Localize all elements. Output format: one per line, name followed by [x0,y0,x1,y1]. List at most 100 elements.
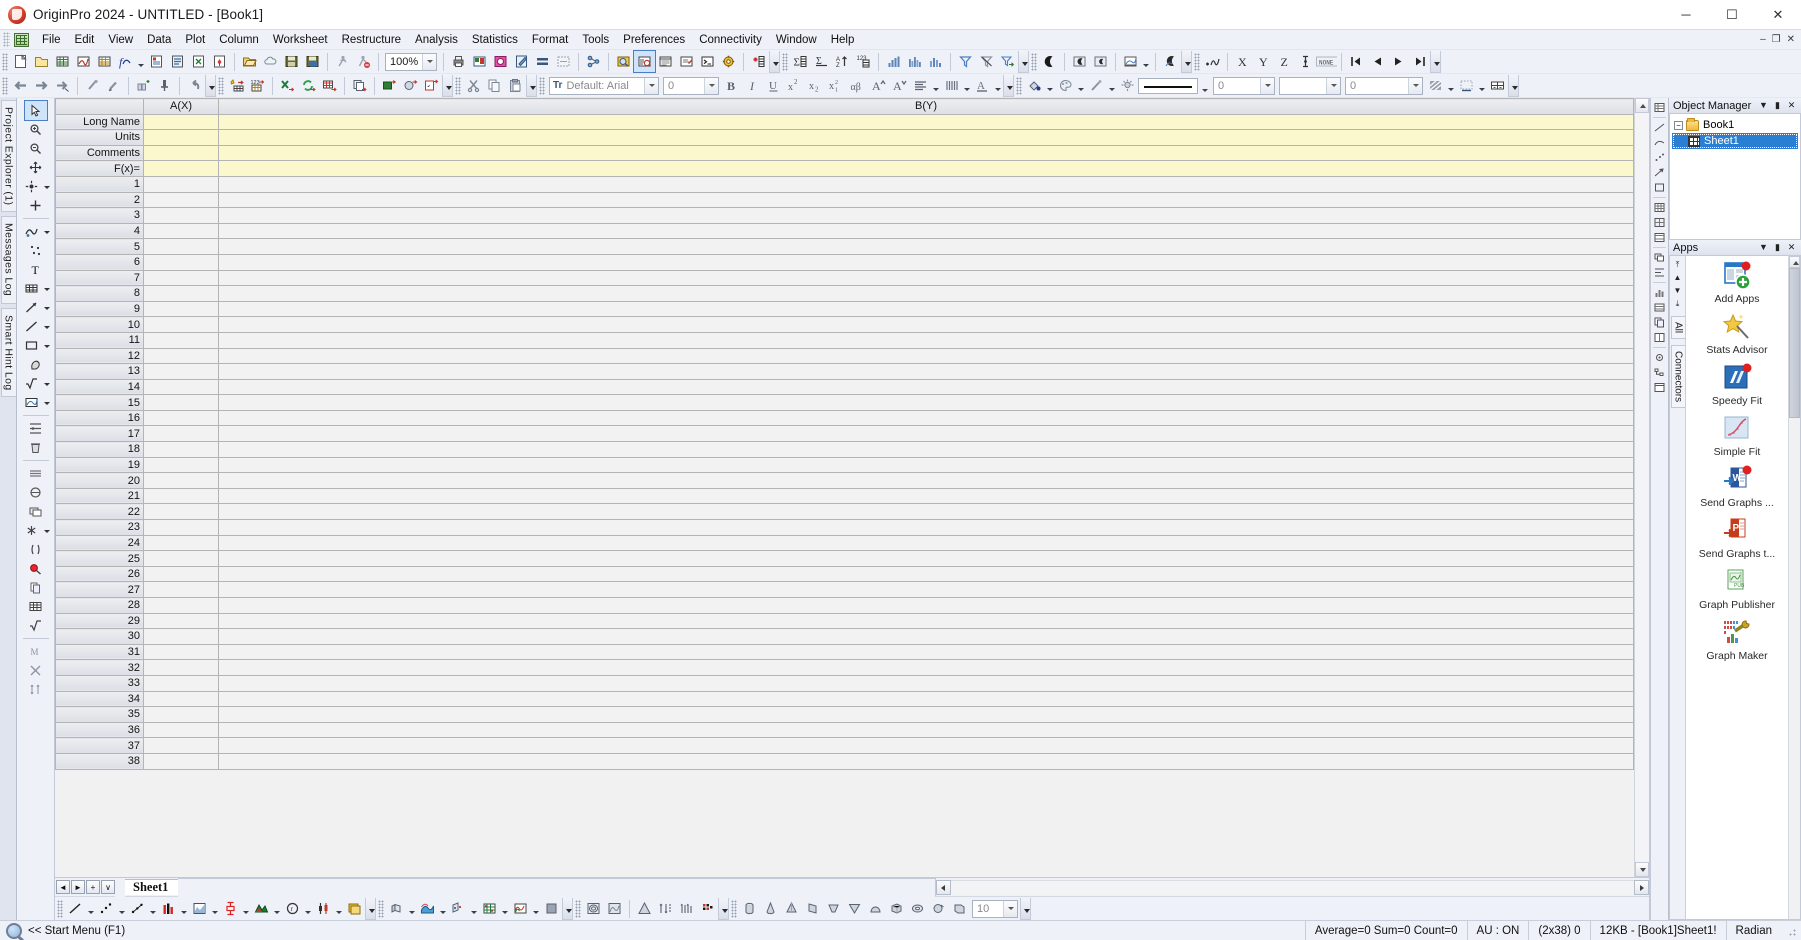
new-sparklines-icon[interactable] [226,75,247,96]
tree-expander-icon[interactable]: − [1674,120,1683,130]
candlestick-icon[interactable] [313,898,334,919]
mini-grid-icon[interactable] [1652,200,1667,215]
scroll-up-button[interactable] [1635,98,1649,113]
new-folder-icon[interactable] [31,51,52,72]
draw-curve-tool-icon[interactable] [21,222,43,241]
toolbar-grip-4[interactable] [1194,52,1200,71]
border-style-dropdown[interactable] [1477,75,1487,96]
table-row[interactable]: 19 [55,456,1634,474]
column-plot-dropdown[interactable] [179,898,189,919]
table-row[interactable]: 13 [55,363,1634,380]
import-left-icon[interactable] [10,75,31,96]
cell-a-31[interactable] [143,643,219,661]
line-plot-icon[interactable] [65,898,86,919]
mini-align-icon[interactable] [1652,265,1667,280]
cell-b-16[interactable] [218,409,1634,427]
vector-angle-icon[interactable] [676,898,697,919]
increase-font-button[interactable]: A [868,75,889,96]
cell-units-a[interactable] [143,129,219,146]
table-row[interactable]: 2 [55,191,1634,209]
3d-surface-icon[interactable] [417,898,438,919]
table-row[interactable]: 20 [55,472,1634,489]
apps-scroll-up-icon[interactable]: ▲ [1671,271,1685,284]
add-plot-icon[interactable] [1202,51,1223,72]
line-tool-dropdown[interactable] [43,317,51,336]
cell-fx-a[interactable] [143,160,219,177]
row-header-29[interactable]: 29 [55,612,144,630]
column-toolbar-overflow[interactable] [769,50,780,73]
cell-a-20[interactable] [143,472,219,489]
table-row[interactable]: 15 [55,394,1634,411]
table-tool-dropdown[interactable] [43,279,51,298]
cell-b-28[interactable] [218,597,1634,614]
cell-a-14[interactable] [143,378,219,396]
polar-plot-dropdown[interactable] [303,898,313,919]
clipboard-toolbar-overflow[interactable] [526,74,537,97]
line-width-dropdown-arrow[interactable] [1260,77,1274,94]
decrease-font-button[interactable]: A [889,75,910,96]
mdi-restore-button[interactable]: ❐ [1772,34,1781,45]
cell-longname-a[interactable] [143,113,219,131]
app-item-stats-advisor[interactable]: Stats Advisor [1686,312,1788,356]
font-size-combo[interactable]: 0 [663,76,719,95]
dome-icon[interactable] [865,898,886,919]
fill-color-icon[interactable] [1024,75,1045,96]
cell-b-10[interactable] [218,316,1634,333]
open-cloud-icon[interactable] [260,51,281,72]
row-header-13[interactable]: 13 [55,363,144,380]
fill-pattern-dropdown-arrow[interactable] [1326,77,1340,94]
menu-item-statistics[interactable]: Statistics [465,32,525,48]
table-row[interactable]: 11 [55,331,1634,349]
add-new-column-icon[interactable] [748,51,769,72]
apps-panel-pin-icon[interactable]: ▮ [1773,242,1782,253]
cell-comments-a[interactable] [143,144,219,162]
greek-button[interactable]: αβ [847,75,868,96]
tree-node-sheet1[interactable]: Sheet1 [1672,133,1798,149]
grid-lines-icon[interactable] [25,464,47,483]
gadget-icon[interactable] [1160,51,1181,72]
y-axis-icon[interactable]: Y [1253,51,1274,72]
set-column-values-icon[interactable]: 123 [247,75,268,96]
resize-grip[interactable] [1784,923,1798,938]
worksheet-horizontal-scrollbar[interactable] [936,877,1649,896]
duplicate-icon[interactable] [532,51,553,72]
sphere-icon[interactable] [928,898,949,919]
line-symbol-dropdown[interactable] [148,898,158,919]
apps-scrollbar[interactable] [1788,256,1800,919]
column-chart-icon[interactable] [904,51,925,72]
table-tool-icon[interactable] [21,279,43,298]
cell-a-6[interactable] [143,253,219,271]
unmask-x-icon[interactable] [25,661,47,680]
mini-curve-icon[interactable] [1652,135,1667,150]
subscript-button[interactable]: x2 [805,75,826,96]
row-header-36[interactable]: 36 [55,721,144,739]
heatmap-icon[interactable] [604,898,625,919]
box-plot-dropdown[interactable] [241,898,251,919]
row-header-11[interactable]: 11 [55,331,144,349]
edit-icon[interactable] [511,51,532,72]
row-header-10[interactable]: 10 [55,316,144,333]
super-subscript-button[interactable]: x2 1 [826,75,847,96]
box-plot-icon[interactable] [220,898,241,919]
app-center-icon[interactable] [718,51,739,72]
row-header-23[interactable]: 23 [55,519,144,536]
tree-node-book1[interactable]: − Book1 [1672,117,1798,133]
cell-b-4[interactable] [218,222,1634,240]
select-all-corner[interactable] [55,98,144,115]
text-tool-icon[interactable]: T [25,260,47,279]
cell-b-33[interactable] [218,674,1634,692]
line-width-preview[interactable] [1138,77,1198,94]
start-menu-label[interactable]: << Start Menu (F1) [28,925,125,937]
mini-table-icon[interactable] [1652,300,1667,315]
line-color-dropdown[interactable] [1107,75,1117,96]
rectangle-tool-icon[interactable] [21,336,43,355]
last-icon[interactable] [1409,51,1430,72]
app-item-send-graphs[interactable]: W Send Graphs ... [1686,465,1788,509]
table-row[interactable]: 38 [55,752,1634,770]
row-header-14[interactable]: 14 [55,378,144,396]
object-manager-tree[interactable]: − Book1 Sheet1 [1669,114,1801,240]
cell-b-5[interactable] [218,238,1634,255]
table-row[interactable]: 36 [55,721,1634,739]
draw-curve-dropdown[interactable] [43,222,51,241]
cell-fx-b[interactable] [218,160,1634,177]
